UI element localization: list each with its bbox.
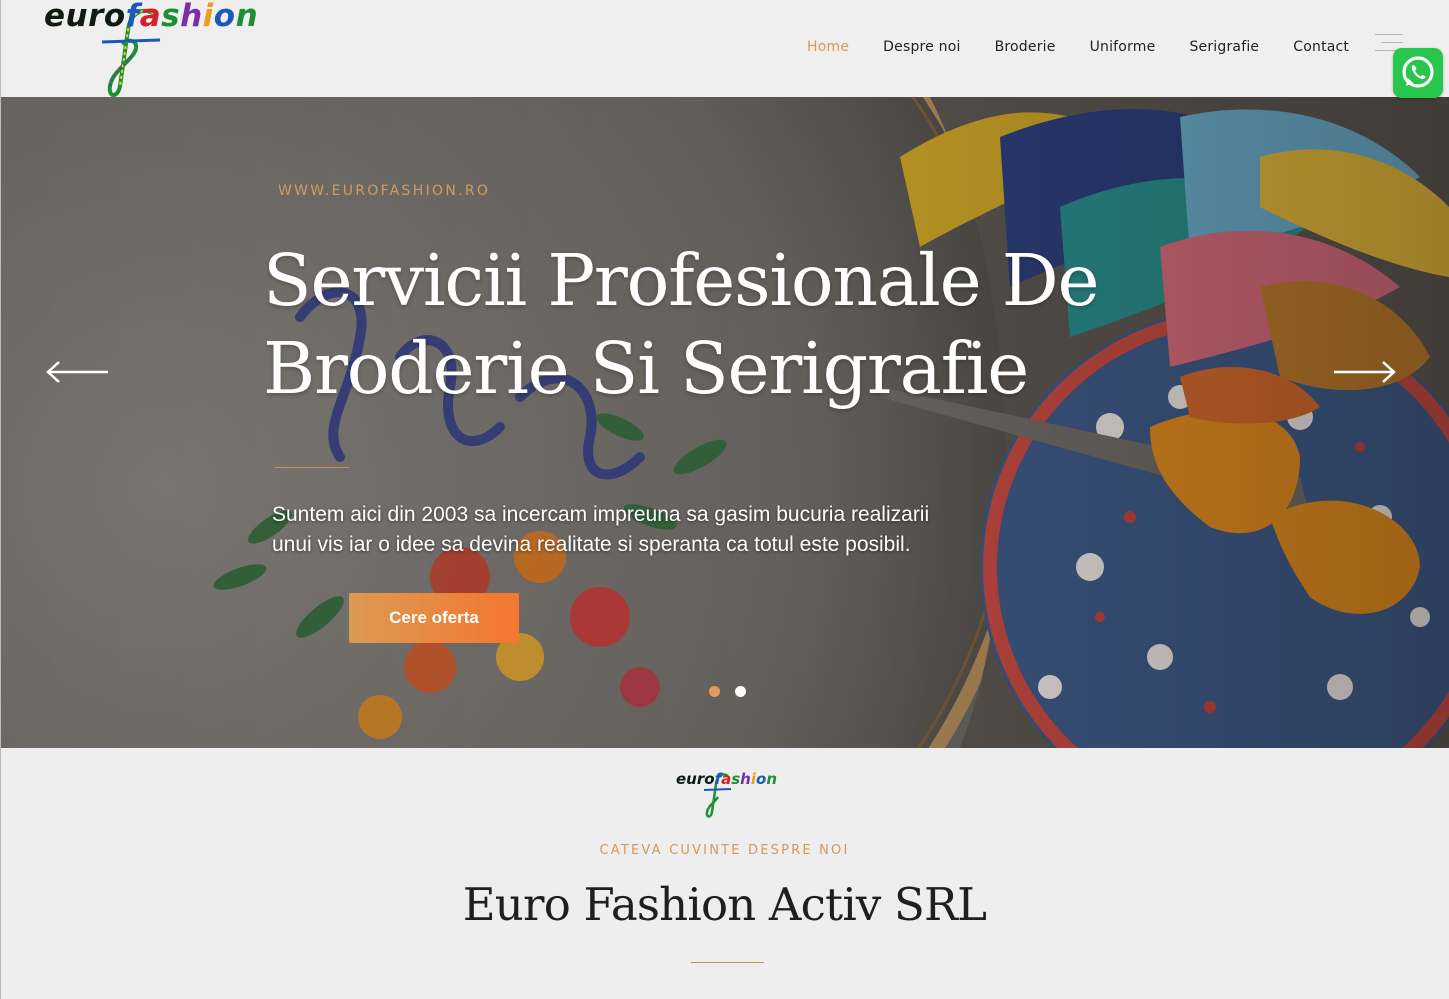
hero-tagline: Suntem aici din 2003 sa incercam impreun… xyxy=(272,500,1032,560)
nav-item-uniforme[interactable]: Uniforme xyxy=(1090,39,1156,55)
hero-tagline-line-1: Suntem aici din 2003 sa incercam impreun… xyxy=(272,503,930,526)
about-divider xyxy=(691,962,764,963)
nav-item-home[interactable]: Home xyxy=(807,39,849,55)
slide-dot-2[interactable] xyxy=(735,686,746,697)
nav-item-serigrafie[interactable]: Serigrafie xyxy=(1189,39,1259,55)
page-left-border xyxy=(0,0,1,999)
hero-headline: Servicii Profesionale De Broderie Si Seri… xyxy=(263,237,1263,413)
nav-item-despre-noi[interactable]: Despre noi xyxy=(883,39,960,55)
logo-wordmark: eurofashion xyxy=(44,0,259,34)
about-logo-wordmark: eurofashion xyxy=(676,770,777,788)
about-eyebrow: CATEVA CUVINTE DESPRE NOI xyxy=(599,843,850,858)
hero-headline-line-1: Servicii Profesionale De xyxy=(263,239,1100,322)
hero-headline-line-2: Broderie Si Serigrafie xyxy=(263,327,1029,410)
hero-slider: WWW.EUROFASHION.RO Servicii Profesionale… xyxy=(0,97,1449,748)
about-logo: eurofashion xyxy=(676,770,780,820)
slide-dot-1[interactable] xyxy=(709,686,720,697)
hero-divider xyxy=(275,467,349,468)
arrow-left-icon[interactable] xyxy=(46,360,110,384)
main-nav: Home Despre noi Broderie Uniforme Serigr… xyxy=(790,39,1383,55)
hero-eyebrow: WWW.EUROFASHION.RO xyxy=(278,183,491,199)
site-header: eurofashion Home Despre noi Broderie Uni… xyxy=(0,0,1449,97)
slider-pagination xyxy=(709,686,761,697)
about-title: Euro Fashion Activ SRL xyxy=(462,878,987,931)
nav-item-broderie[interactable]: Broderie xyxy=(995,39,1056,55)
cere-oferta-button[interactable]: Cere oferta xyxy=(349,593,519,643)
about-section: eurofashion CATEVA CUVINTE DESPRE NOI Eu… xyxy=(0,748,1449,999)
hero-background-image xyxy=(0,97,1449,748)
nav-item-contact[interactable]: Contact xyxy=(1293,39,1349,55)
hero-tagline-line-2: unui vis iar o idee sa devina realitate … xyxy=(272,533,911,556)
logo[interactable]: eurofashion xyxy=(44,0,264,97)
arrow-right-icon[interactable] xyxy=(1332,360,1396,384)
whatsapp-icon[interactable] xyxy=(1393,48,1443,98)
